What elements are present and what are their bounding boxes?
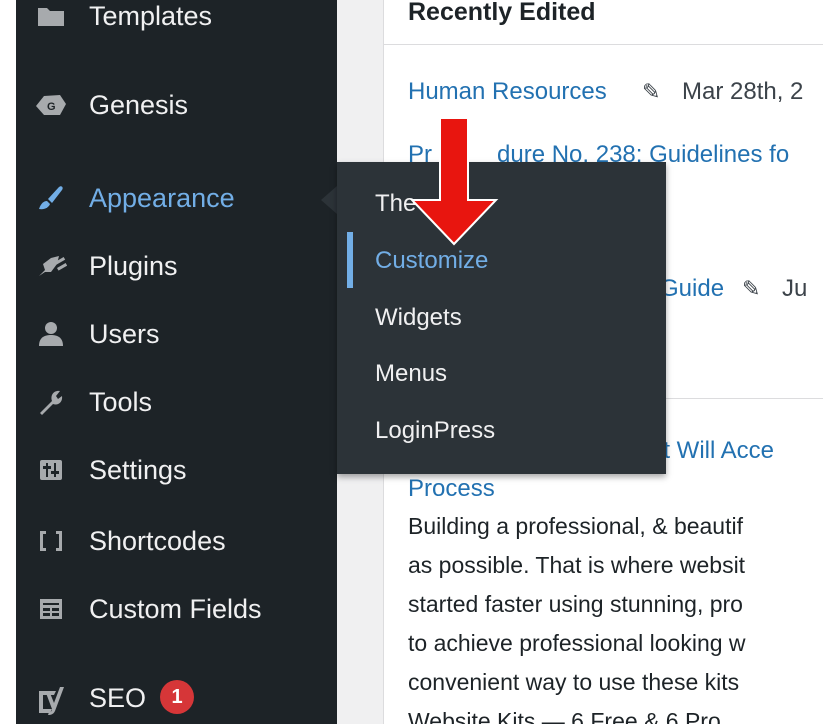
- sidebar-item-seo[interactable]: SEO 1: [16, 672, 337, 728]
- article-excerpt-line: Building a professional, & beautif: [408, 513, 743, 539]
- panel-title: Recently Edited: [408, 0, 596, 26]
- submenu-item-loginpress[interactable]: LoginPress: [375, 417, 495, 445]
- submenu-item-customize[interactable]: Customize: [375, 247, 488, 275]
- sidebar-item-label: Genesis: [89, 89, 189, 120]
- pencil-icon: ✎: [742, 276, 761, 301]
- sidebar-item-custom-fields[interactable]: Custom Fields: [16, 581, 337, 637]
- notification-badge: 1: [160, 680, 195, 714]
- article-excerpt-line: Website Kits — 6 Free & 6 Pro: [408, 708, 721, 724]
- sidebar-item-label: Tools: [89, 386, 153, 417]
- submenu-item-widgets[interactable]: Widgets: [375, 304, 462, 332]
- templates-icon: [34, 1, 68, 31]
- wrench-icon: [34, 387, 68, 417]
- sidebar-item-label: Plugins: [89, 250, 178, 281]
- sidebar-item-settings[interactable]: Settings: [16, 442, 337, 498]
- sidebar-item-templates[interactable]: Templates: [16, 0, 337, 44]
- entry-date: Ju: [782, 275, 808, 302]
- sidebar-item-appearance[interactable]: Appearance: [16, 170, 337, 226]
- user-icon: [34, 319, 68, 349]
- sidebar-item-label: Custom Fields: [89, 593, 262, 624]
- entry-date: Mar 28th, 2: [682, 78, 804, 105]
- article-title-tail[interactable]: at Will Acce: [650, 437, 774, 465]
- divider: [384, 44, 823, 45]
- sidebar-item-label: Templates: [89, 0, 213, 31]
- sidebar-item-plugins[interactable]: Plugins: [16, 238, 337, 294]
- brackets-icon: [34, 526, 68, 556]
- admin-sidebar: Templates G Genesis Appearance Plugins U…: [16, 0, 337, 724]
- sliders-icon: [34, 455, 68, 485]
- sidebar-item-label: SEO 1: [89, 680, 195, 717]
- article-excerpt-line: as possible. That is where websit: [408, 552, 746, 578]
- pencil-icon: ✎: [642, 79, 661, 104]
- svg-text:G: G: [47, 101, 56, 113]
- sidebar-item-label: Settings: [89, 454, 187, 485]
- red-arrow-annotation: [410, 117, 499, 246]
- entry-link-guide[interactable]: Guide: [660, 275, 724, 303]
- paintbrush-icon: [34, 183, 68, 213]
- sidebar-item-label: Appearance: [89, 182, 235, 213]
- article-title-line2[interactable]: Process: [408, 475, 495, 503]
- article-excerpt-line: convenient way to use these kits: [408, 669, 740, 695]
- sidebar-item-users[interactable]: Users: [16, 306, 337, 362]
- submenu-item-menus[interactable]: Menus: [375, 360, 447, 388]
- sidebar-item-tools[interactable]: Tools: [16, 374, 337, 430]
- current-item-indicator: [347, 232, 353, 288]
- sidebar-item-label: Shortcodes: [89, 525, 226, 556]
- plug-icon: [34, 251, 68, 281]
- flyout-pointer: [321, 186, 337, 214]
- yoast-icon: [34, 685, 68, 715]
- sidebar-item-shortcodes[interactable]: Shortcodes: [16, 513, 337, 569]
- sidebar-item-label: Users: [89, 318, 160, 349]
- appearance-submenu: The Customize Widgets Menus LoginPress: [337, 162, 666, 474]
- page-edge: [0, 0, 16, 724]
- article-excerpt-line: started faster using stunning, pro: [408, 591, 743, 617]
- sidebar-item-genesis[interactable]: G Genesis: [16, 77, 337, 133]
- genesis-icon: G: [34, 90, 68, 120]
- article-excerpt-line: to achieve professional looking w: [408, 630, 746, 656]
- grid-icon: [34, 594, 68, 624]
- entry-link-human-resources[interactable]: Human Resources: [408, 78, 607, 106]
